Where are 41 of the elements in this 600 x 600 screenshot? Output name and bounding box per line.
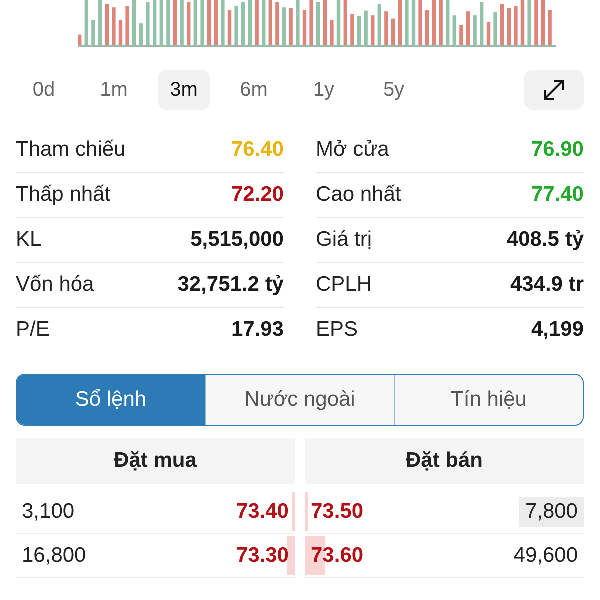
period-tab[interactable]: 1y bbox=[298, 70, 350, 110]
stat-label: Giá trị bbox=[316, 228, 372, 252]
period-tab[interactable]: 1m bbox=[88, 70, 140, 110]
stat-value: 5,515,000 bbox=[190, 228, 284, 252]
stat-label: KL bbox=[16, 228, 42, 252]
bid-price: 73.40 bbox=[236, 500, 290, 524]
expand-icon bbox=[543, 79, 565, 101]
column-header: Đặt bán bbox=[305, 438, 584, 484]
segment-tab[interactable]: Nước ngoài bbox=[205, 375, 394, 425]
stat-label: Thấp nhất bbox=[16, 183, 111, 207]
ask-volume: 49,600 bbox=[512, 542, 579, 568]
stat-label: EPS bbox=[316, 318, 358, 342]
expand-button[interactable] bbox=[524, 70, 584, 110]
stat-value: 408.5 tỷ bbox=[506, 228, 584, 252]
period-tab[interactable]: 3m bbox=[158, 70, 210, 110]
stat-label: Cao nhất bbox=[316, 183, 402, 207]
stat-value: 434.9 tr bbox=[510, 273, 584, 297]
period-tab[interactable]: 6m bbox=[228, 70, 280, 110]
bid-price: 73.30 bbox=[236, 544, 290, 568]
bid-volume: 3,100 bbox=[22, 500, 75, 524]
stat-value: 77.40 bbox=[531, 183, 584, 207]
ask-volume: 7,800 bbox=[519, 496, 584, 526]
stat-value: 17.93 bbox=[231, 318, 284, 342]
segment-tab[interactable]: Sổ lệnh bbox=[17, 375, 205, 425]
stat-value: 32,751.2 tỷ bbox=[178, 273, 284, 297]
ask-price: 73.50 bbox=[310, 500, 364, 524]
stat-label: Mở cửa bbox=[316, 138, 390, 162]
segment-tab[interactable]: Tín hiệu bbox=[394, 375, 583, 425]
column-header: Đặt mua bbox=[16, 438, 295, 484]
stat-value: 72.20 bbox=[231, 183, 284, 207]
stat-label: Vốn hóa bbox=[16, 273, 94, 297]
stat-label: P/E bbox=[16, 318, 50, 342]
period-tab[interactable]: 0d bbox=[18, 70, 70, 110]
bid-volume: 16,800 bbox=[22, 544, 86, 568]
stat-value: 76.40 bbox=[231, 138, 284, 162]
stat-label: CPLH bbox=[316, 273, 372, 297]
stat-value: 4,199 bbox=[531, 318, 584, 342]
period-tab[interactable]: 5y bbox=[368, 70, 420, 110]
stat-label: Tham chiếu bbox=[16, 138, 126, 162]
stat-value: 76.90 bbox=[531, 138, 584, 162]
ask-price: 73.60 bbox=[310, 544, 364, 568]
